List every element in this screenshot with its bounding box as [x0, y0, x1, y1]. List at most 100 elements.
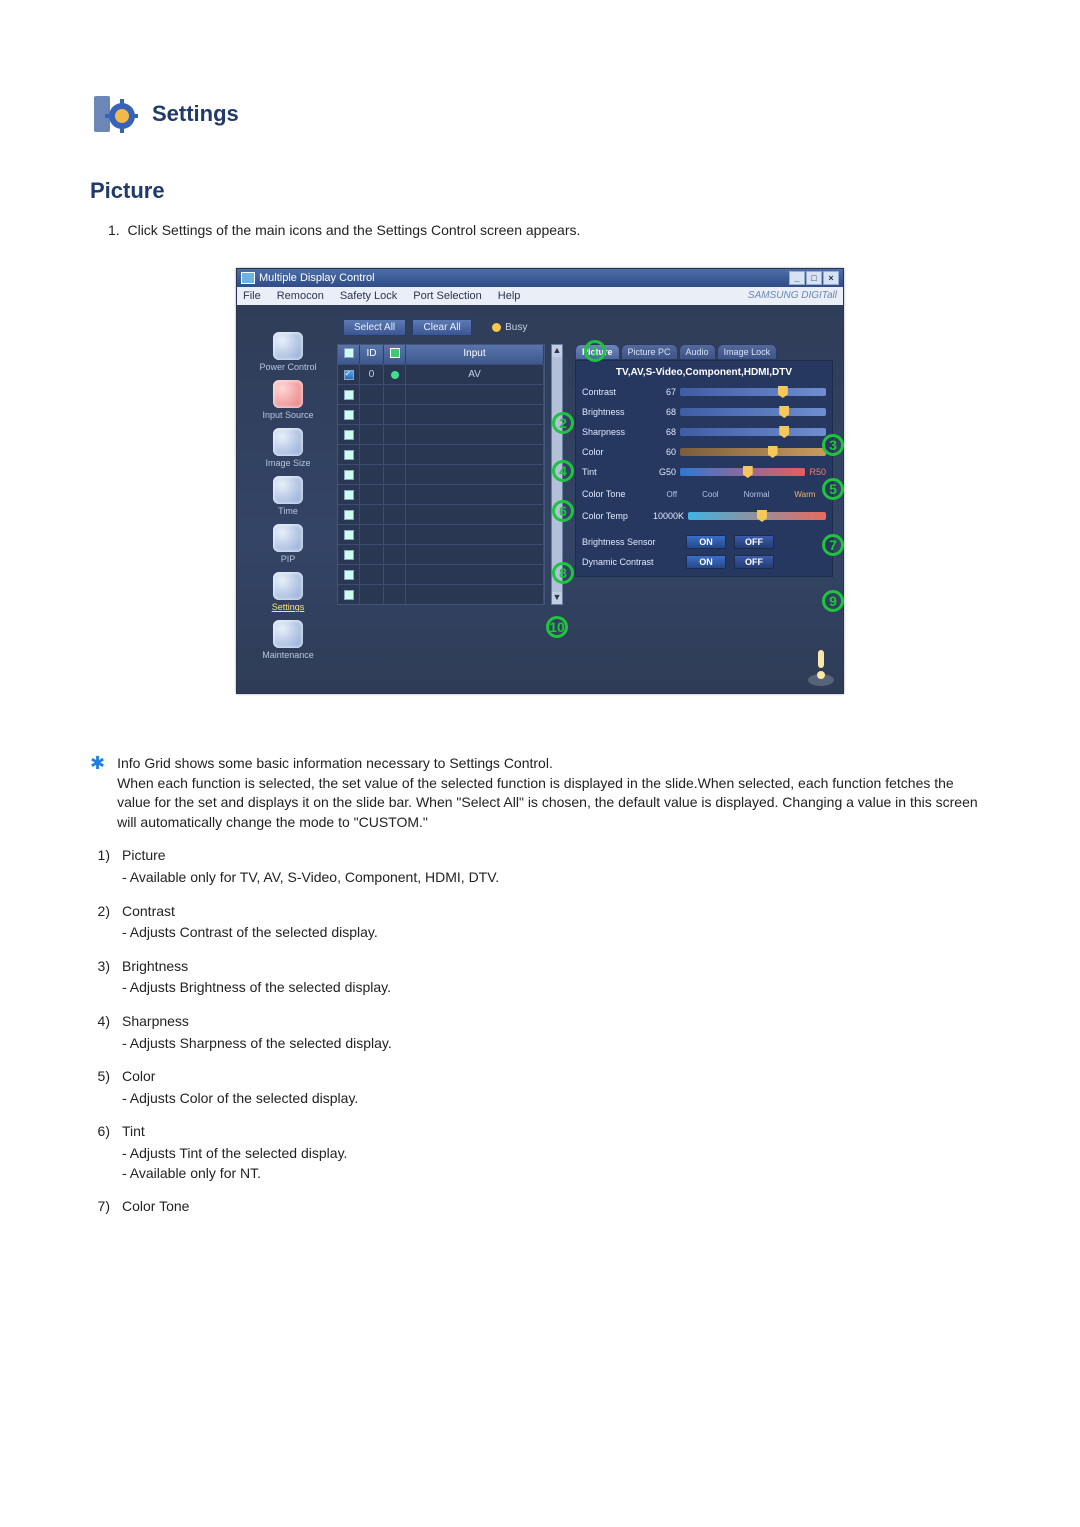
- row-color-tone: Color Tone Off Cool Normal Warm: [582, 482, 826, 506]
- row-input: [406, 465, 544, 484]
- row-id: [360, 505, 384, 524]
- titlebar: Multiple Display Control _ □ ×: [237, 269, 843, 287]
- row-checkbox[interactable]: [344, 370, 354, 380]
- row-id: [360, 545, 384, 564]
- dynamic-contrast-on[interactable]: ON: [686, 555, 726, 569]
- app-window: Multiple Display Control _ □ × File Remo…: [236, 268, 844, 694]
- tab-picture-pc[interactable]: Picture PC: [621, 344, 678, 360]
- row-color: Color 60: [582, 442, 826, 462]
- table-row[interactable]: [338, 464, 544, 484]
- intro-number: 1.: [108, 222, 120, 238]
- annotation-5: 5: [822, 478, 844, 500]
- row-checkbox[interactable]: [344, 570, 354, 580]
- footer-item: 4)SharpnessAdjusts Sharpness of the sele…: [90, 1012, 990, 1053]
- menu-file[interactable]: File: [243, 290, 261, 302]
- table-row[interactable]: [338, 564, 544, 584]
- header-status-icon: [390, 348, 400, 358]
- table-row[interactable]: [338, 584, 544, 604]
- dynamic-contrast-off[interactable]: OFF: [734, 555, 774, 569]
- menu-port-selection[interactable]: Port Selection: [413, 290, 481, 302]
- settings-panel: Picture Picture PC Audio Image Lock TV,A…: [569, 344, 833, 605]
- color-tone-options[interactable]: Off Cool Normal Warm: [656, 490, 826, 499]
- table-row[interactable]: [338, 444, 544, 464]
- annotation-4: 4: [552, 460, 574, 482]
- exclamation-icon: [806, 648, 836, 688]
- window-buttons[interactable]: _ □ ×: [789, 271, 839, 285]
- table-row[interactable]: [338, 544, 544, 564]
- sharpness-slider[interactable]: [680, 428, 826, 436]
- sidebar-item-image-size[interactable]: Image Size: [248, 425, 328, 471]
- menu-help[interactable]: Help: [498, 290, 521, 302]
- maximize-button[interactable]: □: [806, 271, 822, 285]
- menu-remocon[interactable]: Remocon: [277, 290, 324, 302]
- table-row[interactable]: [338, 384, 544, 404]
- row-contrast: Contrast 67: [582, 382, 826, 402]
- menu-safety-lock[interactable]: Safety Lock: [340, 290, 397, 302]
- minimize-button[interactable]: _: [789, 271, 805, 285]
- settings-small-icon: [273, 572, 303, 600]
- row-checkbox[interactable]: [344, 510, 354, 520]
- table-row[interactable]: 0AV: [338, 364, 544, 384]
- footer-item-line: Adjusts Sharpness of the selected displa…: [122, 1034, 392, 1054]
- clear-all-button[interactable]: Clear All: [412, 319, 472, 336]
- row-checkbox[interactable]: [344, 490, 354, 500]
- footer-item-number: 5): [90, 1067, 110, 1108]
- sidebar-item-time[interactable]: Time: [248, 473, 328, 519]
- maintenance-icon: [273, 620, 303, 648]
- table-row[interactable]: [338, 424, 544, 444]
- intro-text: 1. Click Settings of the main icons and …: [90, 222, 990, 238]
- color-temp-slider[interactable]: [688, 512, 826, 520]
- info-note: ✱ Info Grid shows some basic information…: [90, 754, 990, 832]
- footer-item: 1)PictureAvailable only for TV, AV, S-Vi…: [90, 846, 990, 887]
- row-id: [360, 525, 384, 544]
- sidebar-item-settings[interactable]: Settings: [248, 569, 328, 615]
- row-input: [406, 445, 544, 464]
- table-row[interactable]: [338, 524, 544, 544]
- brightness-slider[interactable]: [680, 408, 826, 416]
- row-checkbox[interactable]: [344, 410, 354, 420]
- row-sharpness: Sharpness 68: [582, 422, 826, 442]
- info-note-line2: When each function is selected, the set …: [117, 774, 990, 833]
- toolbar: Select All Clear All Busy: [337, 315, 833, 344]
- annotation-3: 3: [822, 434, 844, 456]
- contrast-slider[interactable]: [680, 388, 826, 396]
- scroll-down-icon[interactable]: ▼: [552, 592, 562, 604]
- footer-item-line: Adjusts Contrast of the selected display…: [122, 923, 378, 943]
- brightness-sensor-off[interactable]: OFF: [734, 535, 774, 549]
- sidebar-item-pip[interactable]: PIP: [248, 521, 328, 567]
- footer-item: 2)ContrastAdjusts Contrast of the select…: [90, 902, 990, 943]
- row-checkbox[interactable]: [344, 470, 354, 480]
- header-input: Input: [406, 345, 544, 364]
- row-brightness-sensor: Brightness Sensor ON OFF: [582, 532, 826, 552]
- tab-image-lock[interactable]: Image Lock: [717, 344, 778, 360]
- select-all-button[interactable]: Select All: [343, 319, 406, 336]
- table-row[interactable]: [338, 404, 544, 424]
- row-id: [360, 385, 384, 404]
- footer-item-title: Color Tone: [122, 1197, 189, 1217]
- row-checkbox[interactable]: [344, 590, 354, 600]
- brightness-sensor-on[interactable]: ON: [686, 535, 726, 549]
- sidebar-item-maintenance[interactable]: Maintenance: [248, 617, 328, 663]
- row-input: [406, 425, 544, 444]
- sidebar-item-power-control[interactable]: Power Control: [248, 329, 328, 375]
- sidebar-item-input-source[interactable]: Input Source: [248, 377, 328, 423]
- table-row[interactable]: [338, 504, 544, 524]
- footer-item-line: Adjusts Brightness of the selected displ…: [122, 978, 391, 998]
- header-checkbox[interactable]: [344, 348, 354, 358]
- table-row[interactable]: [338, 484, 544, 504]
- row-checkbox[interactable]: [344, 530, 354, 540]
- page-header: Settings: [90, 90, 990, 138]
- row-checkbox[interactable]: [344, 390, 354, 400]
- row-input: AV: [406, 365, 544, 384]
- row-checkbox[interactable]: [344, 550, 354, 560]
- annotation-10: 10: [546, 616, 568, 638]
- row-checkbox[interactable]: [344, 430, 354, 440]
- tab-audio[interactable]: Audio: [679, 344, 716, 360]
- row-checkbox[interactable]: [344, 450, 354, 460]
- footer-item-number: 7): [90, 1197, 110, 1219]
- input-icon: [273, 380, 303, 408]
- close-button[interactable]: ×: [823, 271, 839, 285]
- color-slider[interactable]: [680, 448, 826, 456]
- tint-slider[interactable]: [680, 468, 805, 476]
- scroll-up-icon[interactable]: ▲: [552, 345, 562, 357]
